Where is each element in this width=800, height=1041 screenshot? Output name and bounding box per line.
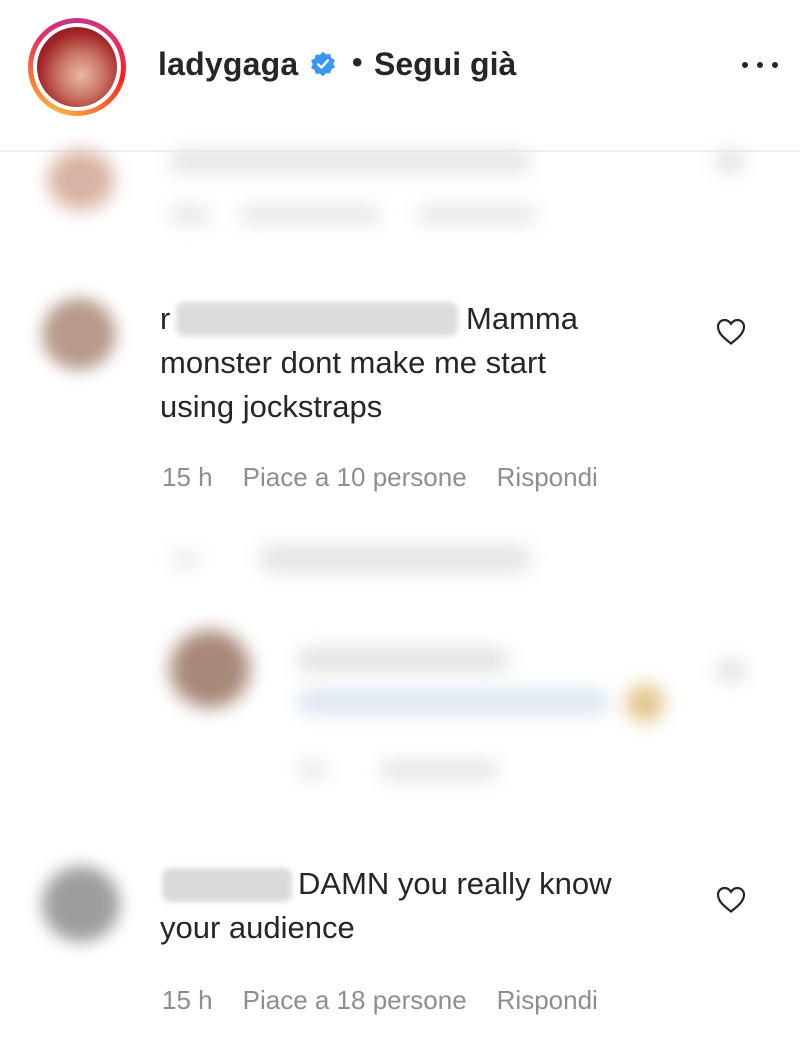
heart-icon[interactable] bbox=[715, 316, 747, 346]
blurred-line bbox=[170, 552, 200, 566]
blurred-meta bbox=[380, 760, 498, 780]
redacted-username bbox=[176, 302, 458, 336]
comment-time[interactable]: 15 h bbox=[162, 462, 213, 493]
blurred-meta bbox=[240, 206, 380, 224]
reply-button[interactable]: Rispondi bbox=[497, 985, 598, 1016]
blurred-meta bbox=[170, 206, 210, 224]
avatar-inner bbox=[33, 23, 121, 111]
verified-badge-icon bbox=[311, 51, 335, 77]
commenter-username-initial[interactable]: r bbox=[160, 301, 170, 336]
comment-text-line: your audience bbox=[160, 910, 355, 945]
blurred-heart bbox=[716, 660, 746, 682]
comment-text-line: monster dont make me start bbox=[160, 345, 546, 380]
post-header: ladygaga • Segui già bbox=[0, 0, 800, 152]
comment-meta: 15 h Piace a 18 persone Rispondi bbox=[162, 985, 598, 1016]
blurred-emoji bbox=[626, 684, 664, 722]
avatar-image bbox=[37, 27, 117, 107]
reply-button[interactable]: Rispondi bbox=[497, 462, 598, 493]
more-options-icon[interactable] bbox=[740, 55, 780, 75]
comment-likes[interactable]: Piace a 18 persone bbox=[243, 985, 467, 1016]
blurred-text bbox=[298, 690, 608, 714]
blurred-view-replies bbox=[260, 546, 530, 572]
blurred-text bbox=[298, 648, 508, 672]
comment-meta: 15 h Piace a 10 persone Rispondi bbox=[162, 462, 598, 493]
follow-status-button[interactable]: Segui già bbox=[374, 46, 516, 83]
comment-text-line: using jockstraps bbox=[160, 389, 383, 424]
blurred-meta bbox=[418, 206, 536, 224]
blurred-meta bbox=[298, 762, 328, 778]
redacted-username bbox=[162, 868, 292, 902]
blurred-avatar bbox=[170, 630, 250, 708]
commenter-avatar[interactable] bbox=[42, 298, 116, 370]
separator-dot: • bbox=[352, 46, 363, 79]
username-link[interactable]: ladygaga bbox=[158, 46, 298, 83]
profile-avatar[interactable] bbox=[28, 18, 126, 116]
blurred-avatar bbox=[48, 150, 114, 210]
comment-time[interactable]: 15 h bbox=[162, 985, 213, 1016]
blurred-heart bbox=[715, 150, 745, 172]
comment-text-line: Mamma bbox=[466, 301, 578, 336]
heart-icon[interactable] bbox=[715, 884, 747, 914]
commenter-avatar[interactable] bbox=[42, 866, 120, 942]
blurred-text bbox=[170, 150, 530, 172]
comment-text-line: DAMN you really know bbox=[298, 866, 612, 901]
comment-text-first-line: r bbox=[160, 297, 170, 341]
comment-likes[interactable]: Piace a 10 persone bbox=[243, 462, 467, 493]
